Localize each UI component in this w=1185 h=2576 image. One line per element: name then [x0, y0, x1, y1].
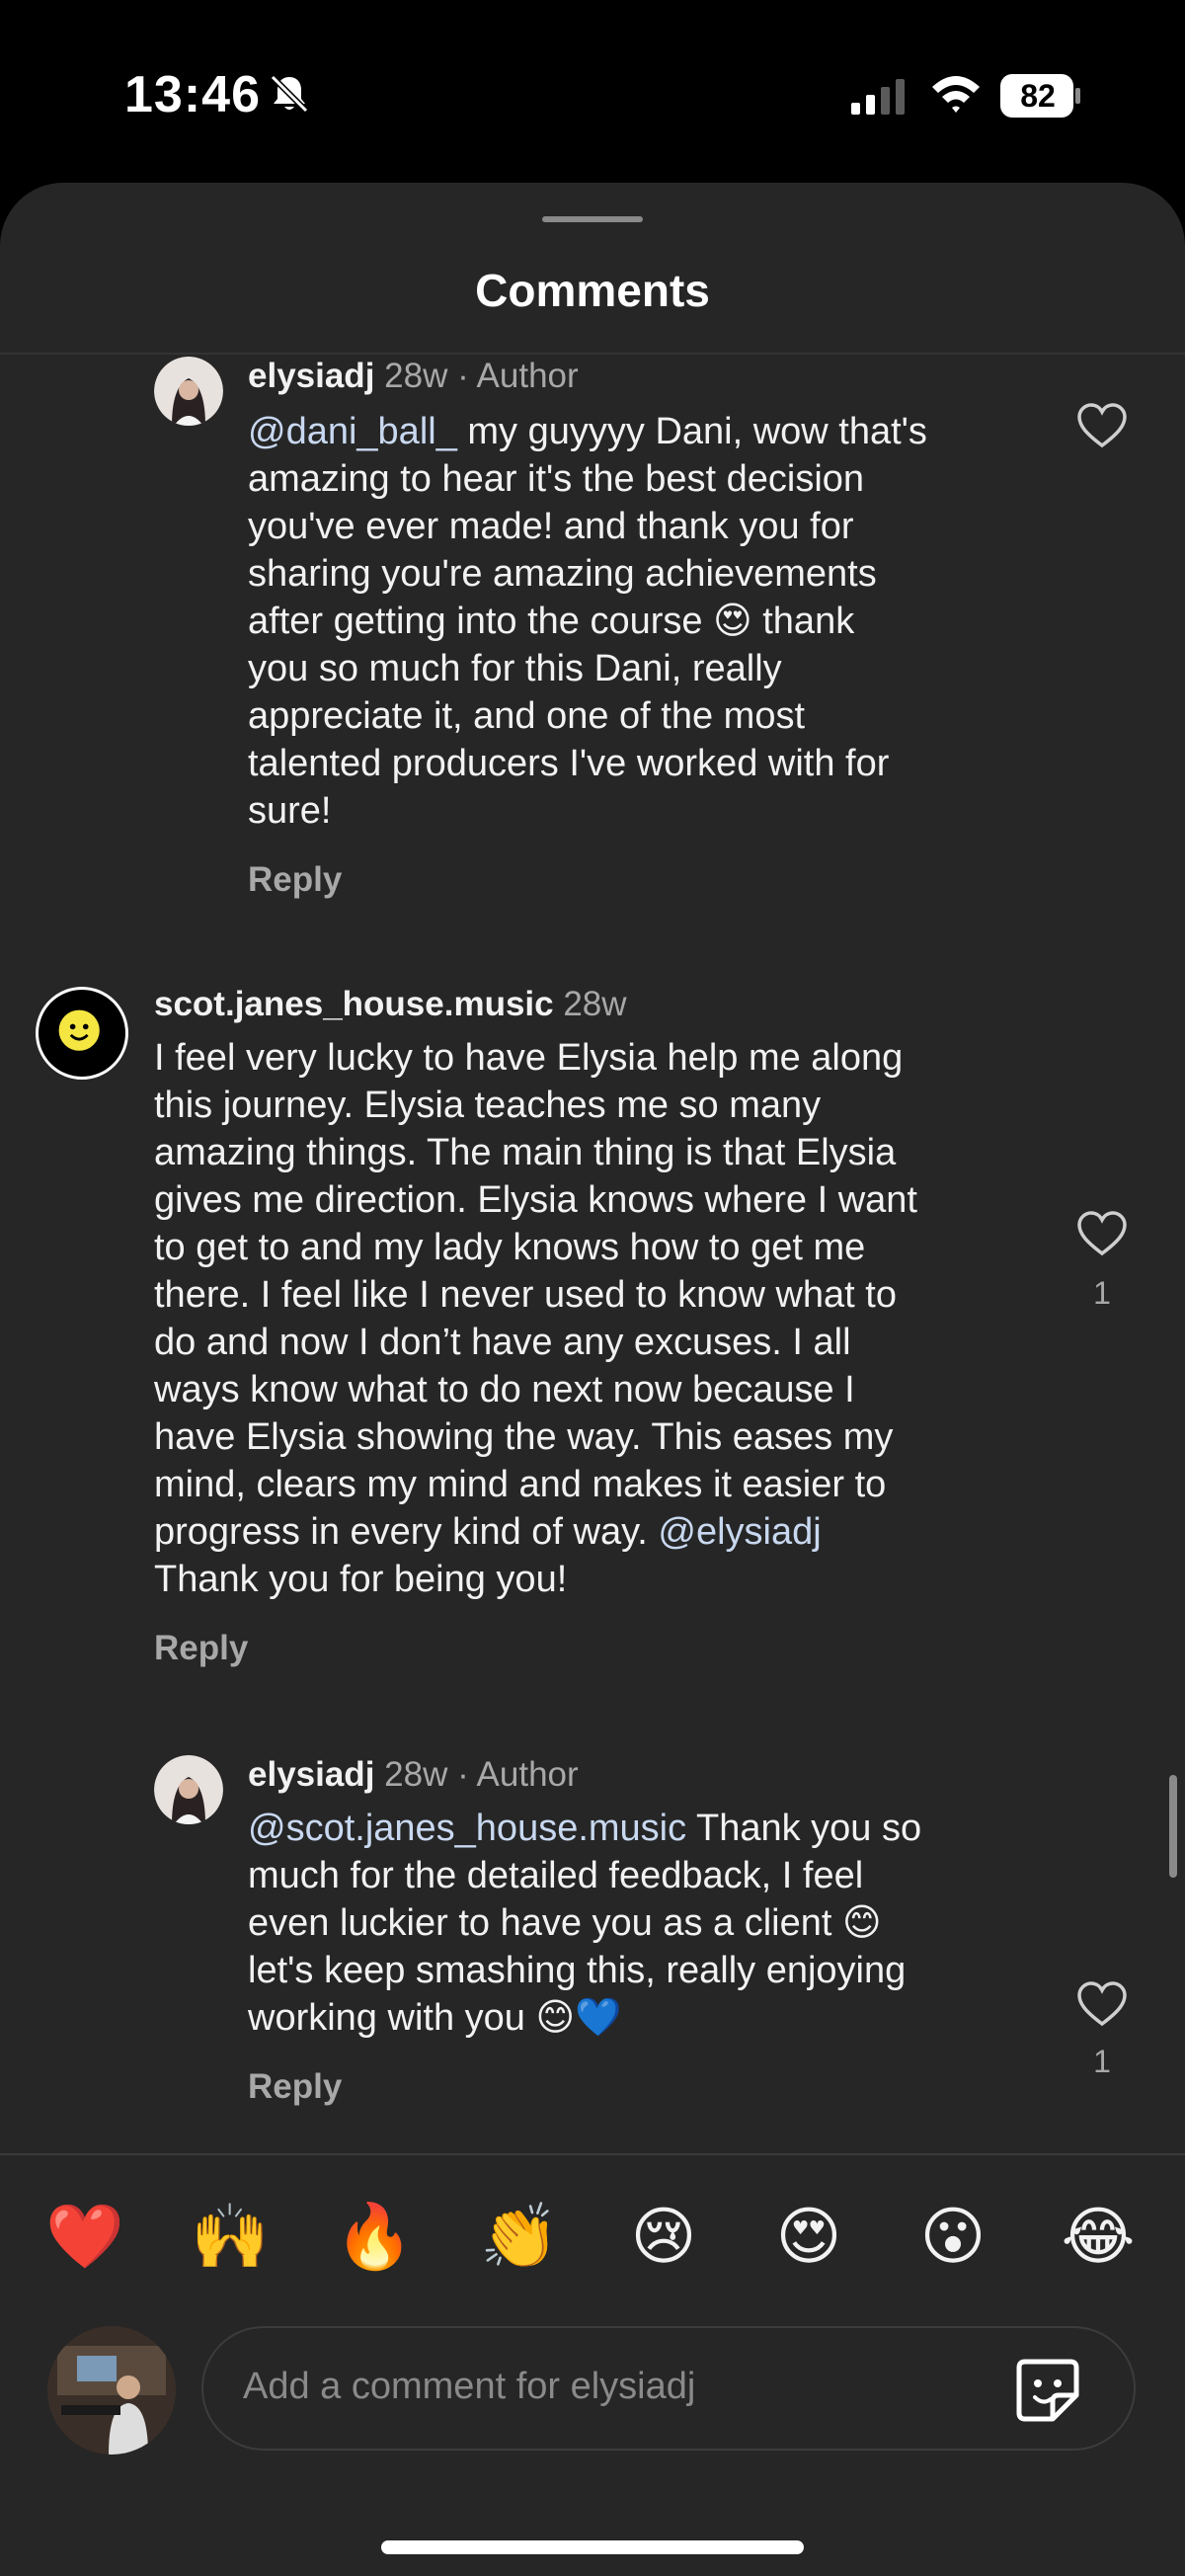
- clock: 13:46: [124, 66, 261, 123]
- mention-link[interactable]: @scot.janes_house.music: [248, 1808, 686, 1849]
- timestamp: 28w: [384, 357, 448, 395]
- wifi-icon: [932, 76, 980, 113]
- heart-outline-icon[interactable]: [1076, 1980, 1128, 2028]
- username[interactable]: elysiadj: [248, 1755, 374, 1794]
- header-divider: [0, 353, 1185, 355]
- comments-sheet: Comments elysiadj 28w · Author @dani_bal…: [0, 183, 1185, 2576]
- comment-body: I feel very lucky to have Elysia help me…: [154, 1037, 917, 1600]
- avatar[interactable]: [154, 1755, 223, 1824]
- mention-link[interactable]: @elysiadj: [658, 1511, 821, 1553]
- reaction-raised-hands[interactable]: 🙌: [188, 2197, 273, 2276]
- signal-icon: [851, 79, 905, 115]
- home-indicator[interactable]: [381, 2540, 804, 2554]
- reaction-heart-eyes[interactable]: 😍: [766, 2197, 851, 2276]
- comment-input[interactable]: Add a comment for elysiadj: [201, 2326, 1136, 2451]
- like-count: 1: [1093, 2044, 1111, 2079]
- author-tag: · Author: [457, 357, 579, 395]
- reply-button[interactable]: Reply: [248, 860, 342, 900]
- username[interactable]: scot.janes_house.music: [154, 985, 554, 1023]
- heart-outline-icon[interactable]: [1076, 1210, 1128, 1257]
- comment-placeholder: Add a comment for elysiadj: [243, 2366, 696, 2407]
- avatar[interactable]: [154, 357, 223, 426]
- reaction-laughing[interactable]: 😂: [1056, 2197, 1141, 2276]
- comment-meta: elysiadj 28w · Author: [248, 357, 579, 396]
- comment-body: @scot.janes_house.music Thank you so muc…: [248, 1808, 922, 2039]
- timestamp: 28w: [563, 985, 627, 1023]
- sheet-title: Comments: [475, 265, 710, 316]
- reaction-heart[interactable]: ❤️: [42, 2197, 127, 2276]
- battery-level: 82: [1020, 78, 1056, 114]
- sheet-grabber[interactable]: [542, 216, 643, 222]
- reply-button[interactable]: Reply: [154, 1629, 248, 1668]
- timestamp: 28w: [384, 1755, 448, 1794]
- bell-slash-icon: [270, 74, 309, 114]
- status-bar: 13:46 82: [0, 0, 1185, 183]
- scroll-indicator[interactable]: [1169, 1775, 1177, 1878]
- comment-body: @dani_ball_ my guyyyy Dani, wow that's a…: [248, 411, 927, 832]
- reaction-clap[interactable]: 👏: [477, 2197, 562, 2276]
- heart-outline-icon[interactable]: [1076, 402, 1128, 449]
- reply-button[interactable]: Reply: [248, 2067, 342, 2107]
- my-avatar: [47, 2326, 176, 2455]
- avatar[interactable]: [36, 987, 128, 1080]
- mention-link[interactable]: @dani_ball_: [248, 411, 457, 452]
- reaction-cry[interactable]: 😢: [621, 2197, 706, 2276]
- like-count: 1: [1093, 1275, 1111, 1311]
- reactions-divider: [0, 2153, 1185, 2155]
- comment-meta: elysiadj 28w · Author: [248, 1755, 579, 1795]
- author-tag: · Author: [457, 1755, 579, 1794]
- sticker-icon[interactable]: [1013, 2356, 1082, 2425]
- reaction-fire[interactable]: 🔥: [332, 2197, 417, 2276]
- username[interactable]: elysiadj: [248, 357, 374, 395]
- reaction-surprised[interactable]: 😮: [910, 2197, 995, 2276]
- comment-meta: scot.janes_house.music 28w: [154, 985, 627, 1024]
